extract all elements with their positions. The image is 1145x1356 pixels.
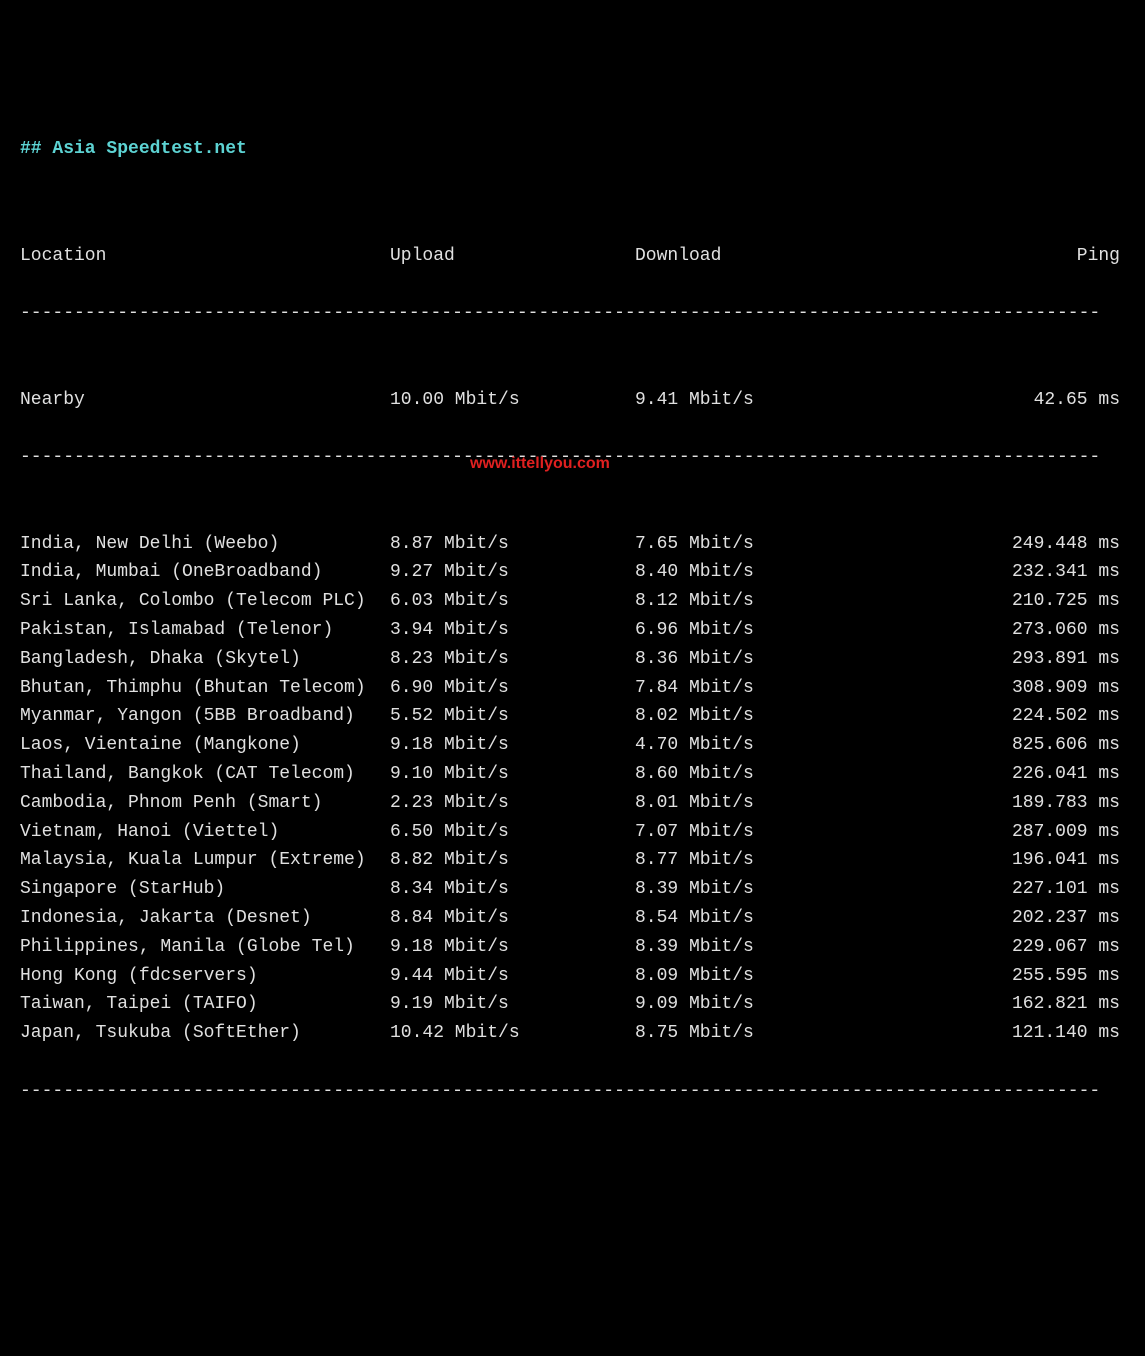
location-cell: Pakistan, Islamabad (Telenor) — [20, 616, 390, 645]
nearby-row: Nearby10.00 Mbit/s9.41 Mbit/s42.65 ms — [20, 386, 1125, 415]
location-cell: Sri Lanka, Colombo (Telecom PLC) — [20, 587, 390, 616]
ping-cell: 255.595 ms — [870, 962, 1120, 991]
upload-cell: 9.18 Mbit/s — [390, 933, 635, 962]
ping-cell: 308.909 ms — [870, 674, 1120, 703]
ping-cell: 227.101 ms — [870, 875, 1120, 904]
ping-cell: 825.606 ms — [870, 731, 1120, 760]
nearby-download: 9.41 Mbit/s — [635, 386, 870, 415]
location-cell: Singapore (StarHub) — [20, 875, 390, 904]
location-cell: Laos, Vientaine (Mangkone) — [20, 731, 390, 760]
download-cell: 8.12 Mbit/s — [635, 587, 870, 616]
nearby-ping: 42.65 ms — [870, 386, 1120, 415]
table-row: Sri Lanka, Colombo (Telecom PLC)6.03 Mbi… — [20, 587, 1125, 616]
ping-cell: 202.237 ms — [870, 904, 1120, 933]
location-cell: India, New Delhi (Weebo) — [20, 530, 390, 559]
section-header: ## Asia Speedtest.net — [20, 135, 1125, 164]
upload-cell: 8.87 Mbit/s — [390, 530, 635, 559]
upload-cell: 9.19 Mbit/s — [390, 990, 635, 1019]
ping-cell: 162.821 ms — [870, 990, 1120, 1019]
table-row: India, Mumbai (OneBroadband)9.27 Mbit/s8… — [20, 558, 1125, 587]
upload-cell: 8.34 Mbit/s — [390, 875, 635, 904]
upload-cell: 9.27 Mbit/s — [390, 558, 635, 587]
download-cell: 8.40 Mbit/s — [635, 558, 870, 587]
table-row: Japan, Tsukuba (SoftEther)10.42 Mbit/s8.… — [20, 1019, 1125, 1048]
download-cell: 8.36 Mbit/s — [635, 645, 870, 674]
download-cell: 4.70 Mbit/s — [635, 731, 870, 760]
download-cell: 8.09 Mbit/s — [635, 962, 870, 991]
location-cell: Myanmar, Yangon (5BB Broadband) — [20, 702, 390, 731]
location-cell: India, Mumbai (OneBroadband) — [20, 558, 390, 587]
download-cell: 8.02 Mbit/s — [635, 702, 870, 731]
download-cell: 8.60 Mbit/s — [635, 760, 870, 789]
upload-cell: 6.03 Mbit/s — [390, 587, 635, 616]
location-cell: Bangladesh, Dhaka (Skytel) — [20, 645, 390, 674]
location-cell: Thailand, Bangkok (CAT Telecom) — [20, 760, 390, 789]
upload-cell: 5.52 Mbit/s — [390, 702, 635, 731]
ping-cell: 224.502 ms — [870, 702, 1120, 731]
location-cell: Indonesia, Jakarta (Desnet) — [20, 904, 390, 933]
col-header-location: Location — [20, 242, 390, 271]
download-cell: 8.54 Mbit/s — [635, 904, 870, 933]
upload-cell: 8.84 Mbit/s — [390, 904, 635, 933]
download-cell: 8.39 Mbit/s — [635, 933, 870, 962]
table-row: Pakistan, Islamabad (Telenor)3.94 Mbit/s… — [20, 616, 1125, 645]
ping-cell: 232.341 ms — [870, 558, 1120, 587]
download-cell: 8.01 Mbit/s — [635, 789, 870, 818]
upload-cell: 8.23 Mbit/s — [390, 645, 635, 674]
table-row: Singapore (StarHub)8.34 Mbit/s8.39 Mbit/… — [20, 875, 1125, 904]
ping-cell: 189.783 ms — [870, 789, 1120, 818]
download-cell: 6.96 Mbit/s — [635, 616, 870, 645]
location-cell: Philippines, Manila (Globe Tel) — [20, 933, 390, 962]
location-cell: Bhutan, Thimphu (Bhutan Telecom) — [20, 674, 390, 703]
download-cell: 7.84 Mbit/s — [635, 674, 870, 703]
nearby-upload: 10.00 Mbit/s — [390, 386, 635, 415]
download-cell: 9.09 Mbit/s — [635, 990, 870, 1019]
col-header-upload: Upload — [390, 242, 635, 271]
upload-cell: 6.50 Mbit/s — [390, 818, 635, 847]
table-row: Bangladesh, Dhaka (Skytel)8.23 Mbit/s8.3… — [20, 645, 1125, 674]
location-cell: Hong Kong (fdcservers) — [20, 962, 390, 991]
upload-cell: 2.23 Mbit/s — [390, 789, 635, 818]
table-row: Thailand, Bangkok (CAT Telecom)9.10 Mbit… — [20, 760, 1125, 789]
table-row: Taiwan, Taipei (TAIFO)9.19 Mbit/s9.09 Mb… — [20, 990, 1125, 1019]
ping-cell: 210.725 ms — [870, 587, 1120, 616]
upload-cell: 9.10 Mbit/s — [390, 760, 635, 789]
download-cell: 7.07 Mbit/s — [635, 818, 870, 847]
ping-cell: 287.009 ms — [870, 818, 1120, 847]
location-cell: Taiwan, Taipei (TAIFO) — [20, 990, 390, 1019]
table-row: Indonesia, Jakarta (Desnet)8.84 Mbit/s8.… — [20, 904, 1125, 933]
ping-cell: 226.041 ms — [870, 760, 1120, 789]
download-cell: 8.75 Mbit/s — [635, 1019, 870, 1048]
ping-cell: 249.448 ms — [870, 530, 1120, 559]
location-cell: Japan, Tsukuba (SoftEther) — [20, 1019, 390, 1048]
upload-cell: 6.90 Mbit/s — [390, 674, 635, 703]
upload-cell: 3.94 Mbit/s — [390, 616, 635, 645]
table-row: Bhutan, Thimphu (Bhutan Telecom)6.90 Mbi… — [20, 674, 1125, 703]
table-row: Hong Kong (fdcservers)9.44 Mbit/s8.09 Mb… — [20, 962, 1125, 991]
location-cell: Cambodia, Phnom Penh (Smart) — [20, 789, 390, 818]
upload-cell: 9.44 Mbit/s — [390, 962, 635, 991]
table-row: Cambodia, Phnom Penh (Smart)2.23 Mbit/s8… — [20, 789, 1125, 818]
upload-cell: 10.42 Mbit/s — [390, 1019, 635, 1048]
divider: ----------------------------------------… — [20, 443, 1125, 472]
location-cell: Vietnam, Hanoi (Viettel) — [20, 818, 390, 847]
upload-cell: 9.18 Mbit/s — [390, 731, 635, 760]
ping-cell: 229.067 ms — [870, 933, 1120, 962]
table-row: Vietnam, Hanoi (Viettel)6.50 Mbit/s7.07 … — [20, 818, 1125, 847]
ping-cell: 121.140 ms — [870, 1019, 1120, 1048]
table-row: Philippines, Manila (Globe Tel)9.18 Mbit… — [20, 933, 1125, 962]
table-row: Myanmar, Yangon (5BB Broadband)5.52 Mbit… — [20, 702, 1125, 731]
nearby-location: Nearby — [20, 386, 390, 415]
ping-cell: 273.060 ms — [870, 616, 1120, 645]
table-row: India, New Delhi (Weebo)8.87 Mbit/s7.65 … — [20, 530, 1125, 559]
download-cell: 7.65 Mbit/s — [635, 530, 870, 559]
table-row: Laos, Vientaine (Mangkone)9.18 Mbit/s4.7… — [20, 731, 1125, 760]
divider: ----------------------------------------… — [20, 1077, 1125, 1106]
col-header-ping: Ping — [870, 242, 1120, 271]
download-cell: 8.39 Mbit/s — [635, 875, 870, 904]
col-header-download: Download — [635, 242, 870, 271]
column-headers: LocationUploadDownloadPing — [20, 242, 1125, 271]
divider: ----------------------------------------… — [20, 299, 1125, 328]
ping-cell: 293.891 ms — [870, 645, 1120, 674]
